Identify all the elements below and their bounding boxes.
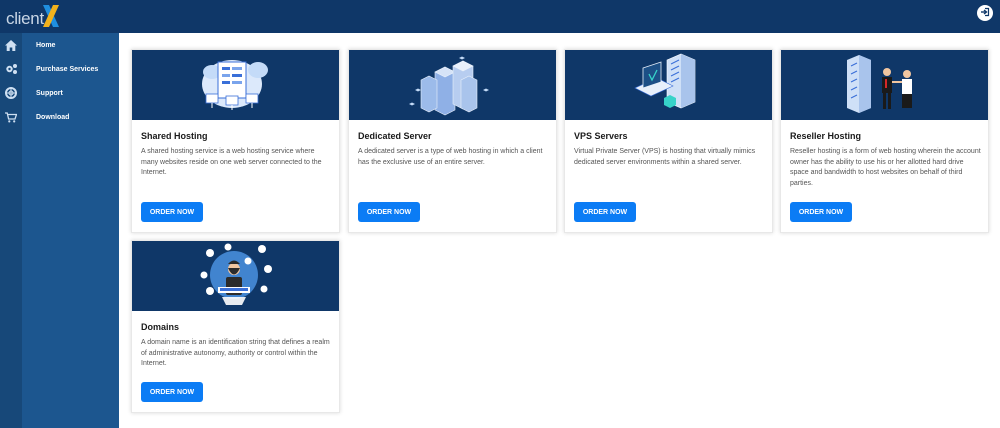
product-card-domains: Domains A domain name is an identificati… bbox=[131, 240, 340, 413]
sidebar-item-label: Purchase Services bbox=[36, 65, 99, 73]
sidebar: Home Purchase Services Support Download bbox=[22, 33, 119, 428]
product-description: Reseller hosting is a form of web hostin… bbox=[790, 148, 981, 187]
brand-name: client bbox=[6, 9, 44, 28]
product-description: A domain name is an identification strin… bbox=[141, 339, 330, 367]
product-title: Reseller Hosting bbox=[790, 131, 862, 141]
product-card-shared-hosting: Shared Hosting A shared hosting service … bbox=[131, 49, 340, 233]
product-card-dedicated-server: Dedicated Server A dedicated server is a… bbox=[348, 49, 557, 233]
brand-x-mark bbox=[40, 3, 62, 29]
sidebar-item-label: Support bbox=[36, 89, 63, 97]
product-card-vps-servers: VPS Servers Virtual Private Server (VPS)… bbox=[564, 49, 773, 233]
sidebar-item-purchase-services[interactable]: Purchase Services bbox=[22, 57, 119, 81]
gears-icon[interactable] bbox=[4, 62, 18, 76]
order-now-button[interactable]: ORDER NOW bbox=[790, 202, 852, 222]
top-bar: client bbox=[0, 0, 1000, 33]
order-now-button[interactable]: ORDER NOW bbox=[574, 202, 636, 222]
order-now-button[interactable]: ORDER NOW bbox=[141, 382, 203, 402]
product-title: Shared Hosting bbox=[141, 131, 208, 141]
logout-button[interactable] bbox=[977, 5, 993, 21]
product-card-reseller-hosting: Reseller Hosting Reseller hosting is a f… bbox=[780, 49, 989, 233]
order-now-button[interactable]: ORDER NOW bbox=[141, 202, 203, 222]
main-content: Shared Hosting A shared hosting service … bbox=[119, 33, 1000, 428]
product-title: Domains bbox=[141, 322, 180, 332]
product-description: Virtual Private Server (VPS) is hosting … bbox=[574, 148, 756, 166]
dedicated-server-illustration bbox=[349, 50, 556, 120]
home-icon[interactable] bbox=[4, 38, 18, 52]
reseller-hosting-illustration bbox=[781, 50, 988, 120]
sidebar-item-home[interactable]: Home bbox=[22, 33, 119, 57]
product-title: VPS Servers bbox=[574, 131, 628, 141]
order-now-button[interactable]: ORDER NOW bbox=[358, 202, 420, 222]
domains-illustration bbox=[132, 241, 339, 311]
sign-out-icon bbox=[980, 4, 990, 22]
cart-icon[interactable] bbox=[4, 110, 18, 124]
product-description: A dedicated server is a type of web host… bbox=[358, 148, 543, 166]
icon-rail bbox=[0, 33, 22, 428]
shared-hosting-illustration bbox=[132, 50, 339, 120]
life-ring-icon[interactable] bbox=[4, 86, 18, 100]
brand-logo[interactable]: client bbox=[6, 3, 62, 29]
product-description: A shared hosting service is a web hostin… bbox=[141, 148, 322, 176]
sidebar-item-download[interactable]: Download bbox=[22, 105, 119, 129]
vps-servers-illustration bbox=[565, 50, 772, 120]
sidebar-item-support[interactable]: Support bbox=[22, 81, 119, 105]
sidebar-item-label: Download bbox=[36, 113, 70, 121]
product-title: Dedicated Server bbox=[358, 131, 432, 141]
sidebar-item-label: Home bbox=[36, 41, 56, 49]
